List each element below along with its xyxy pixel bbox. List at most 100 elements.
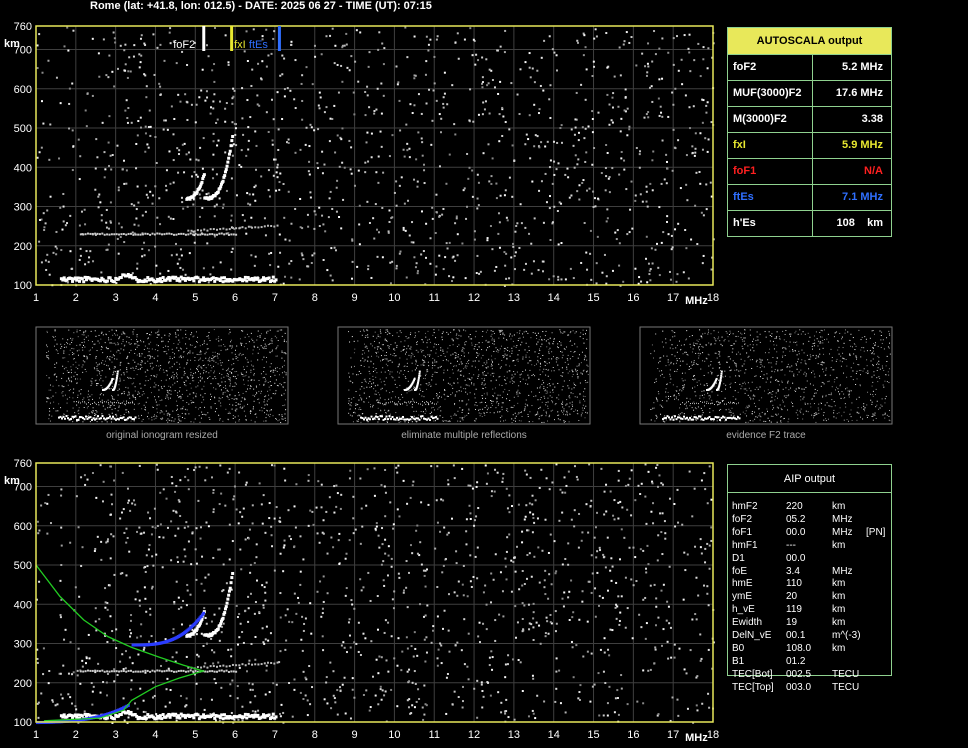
noise-dot <box>170 105 173 108</box>
thumbnail-noise-dot <box>234 376 236 378</box>
noise-dot <box>43 226 46 229</box>
noise-dot <box>702 99 705 102</box>
noise-dot <box>585 151 588 154</box>
noise-dot <box>508 277 511 280</box>
noise-dot <box>530 242 533 245</box>
noise-dot <box>174 534 177 537</box>
es-multiple-dot <box>153 233 156 236</box>
noise-dot <box>445 242 448 245</box>
thumbnail-noise-dot <box>100 377 102 379</box>
thumbnail-noise-dot <box>118 384 120 386</box>
noise-dot <box>95 496 98 499</box>
noise-dot <box>543 39 546 42</box>
noise-dot <box>345 587 348 590</box>
thumbnail-noise-dot <box>223 387 225 389</box>
thumbnail-noise-dot <box>146 416 148 418</box>
noise-dot <box>335 484 338 487</box>
es-multiple-dot <box>168 669 171 672</box>
thumbnail-noise-dot <box>91 383 93 385</box>
noise-dot <box>548 35 551 38</box>
thumbnail-noise-dot <box>129 377 131 379</box>
thumbnail-noise-dot <box>229 403 231 405</box>
noise-dot <box>638 153 641 156</box>
noise-dot <box>113 85 116 88</box>
thumbnail-noise-dot <box>113 355 115 357</box>
noise-dot <box>260 175 263 178</box>
thumbnail-noise-dot <box>212 378 214 380</box>
thumbnail-noise-dot <box>200 417 202 419</box>
thumbnail-noise-dot <box>169 333 171 335</box>
thumbnail-noise-dot <box>253 341 255 343</box>
noise-dot <box>45 268 48 271</box>
thumbnail-noise-dot <box>133 382 135 384</box>
e-layer-trace-dot <box>221 280 225 284</box>
e-layer-trace-dot <box>220 276 224 280</box>
thumbnail-noise-dot <box>146 333 148 335</box>
noise-dot <box>654 624 657 627</box>
noise-dot <box>271 139 274 142</box>
thumbnail-noise-dot <box>64 394 66 396</box>
noise-dot <box>380 563 383 566</box>
noise-dot <box>271 545 274 548</box>
noise-dot <box>153 507 156 510</box>
x-tick-label: 13 <box>508 292 520 304</box>
noise-dot <box>350 599 353 602</box>
x-tick-label: 12 <box>468 292 480 304</box>
noise-dot <box>583 137 586 140</box>
noise-dot <box>620 117 623 120</box>
noise-dot <box>619 130 622 133</box>
noise-dot <box>670 656 673 659</box>
noise-dot <box>132 499 135 502</box>
noise-dot <box>434 273 437 276</box>
y-axis-unit-label: km <box>4 475 20 487</box>
thumbnail-noise-dot <box>181 412 183 414</box>
es-multiple-dot <box>222 664 225 667</box>
noise-dot <box>349 717 352 720</box>
noise-dot <box>69 696 72 699</box>
noise-dot <box>545 201 548 204</box>
noise-dot <box>359 653 362 656</box>
noise-dot <box>434 231 437 234</box>
thumbnail-noise-dot <box>104 408 106 410</box>
noise-dot <box>334 44 337 47</box>
noise-dot <box>571 646 574 649</box>
noise-dot <box>421 154 424 157</box>
noise-dot <box>548 166 551 169</box>
noise-dot <box>313 129 316 132</box>
noise-dot <box>519 661 522 664</box>
noise-dot <box>313 44 316 47</box>
noise-dot <box>451 84 454 87</box>
noise-dot <box>103 151 106 154</box>
noise-dot <box>172 509 175 512</box>
noise-dot <box>233 89 236 92</box>
noise-dot <box>80 476 83 479</box>
thumbnail-noise-dot <box>77 336 79 338</box>
noise-dot <box>193 241 196 244</box>
noise-dot <box>206 96 209 99</box>
thumbnail-noise-dot <box>192 336 194 338</box>
thumbnail-noise-dot <box>202 372 204 374</box>
noise-dot <box>242 641 245 644</box>
noise-dot <box>69 250 72 253</box>
thumbnail-noise-dot <box>151 416 153 418</box>
f2-extraordinary-trace-dot <box>221 616 225 620</box>
thumbnail-noise-dot <box>113 378 115 380</box>
thumbnail-noise-dot <box>285 374 287 376</box>
noise-dot <box>71 169 74 172</box>
noise-dot <box>110 168 113 171</box>
noise-dot <box>364 171 367 174</box>
noise-dot <box>370 276 373 279</box>
noise-dot <box>230 250 233 253</box>
noise-dot <box>241 214 244 217</box>
es-multiple-dot <box>115 233 118 236</box>
thumbnail-noise-dot <box>152 406 154 408</box>
noise-dot <box>228 558 231 561</box>
noise-dot <box>44 259 47 262</box>
noise-dot <box>648 269 651 272</box>
thumbnail-noise-dot <box>280 421 282 423</box>
noise-dot <box>446 247 449 250</box>
thumbnail-noise-dot <box>157 331 159 333</box>
thumbnail-noise-dot <box>177 343 179 345</box>
thumbnail-noise-dot <box>54 363 56 365</box>
thumbnail-noise-dot <box>113 333 115 335</box>
